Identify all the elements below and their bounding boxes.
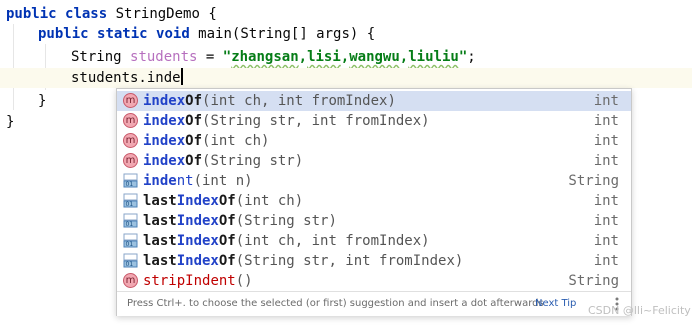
completion-footer: Press Ctrl+. to choose the selected (or … <box>117 291 631 316</box>
method-signature: main(String[] args) { <box>189 26 376 42</box>
completion-item[interactable]: 01 lastIndexOf(int ch, int fromIndex) int <box>117 231 631 251</box>
variable-name: students <box>130 49 198 65</box>
method-icon: m <box>123 273 138 288</box>
return-type: String <box>568 173 619 189</box>
completion-item[interactable]: 01 lastIndexOf(String str, int fromIndex)… <box>117 251 631 271</box>
completion-item[interactable]: 01 indent(int n) String <box>117 171 631 191</box>
indent-guide <box>13 24 14 110</box>
completion-item-label: lastIndexOf(int ch) <box>143 193 304 209</box>
code-line-2: public static void main(String[] args) { <box>38 24 375 44</box>
svg-text:01: 01 <box>126 221 134 228</box>
current-line-highlight[interactable]: students.inde <box>0 68 692 88</box>
text-caret <box>180 68 183 85</box>
return-type: int <box>593 193 619 209</box>
method-icon: m <box>123 93 138 108</box>
keyword: void <box>156 26 190 42</box>
return-type: int <box>593 253 619 269</box>
string-literal: zhangsan <box>231 49 299 65</box>
keyword: public <box>38 26 89 42</box>
code-line-1: public class StringDemo { <box>6 4 217 24</box>
completion-item[interactable]: m indexOf(int ch, int fromIndex) int <box>117 91 631 111</box>
completion-item-label: lastIndexOf(String str, int fromIndex) <box>143 253 464 269</box>
keyword: public <box>6 6 57 22</box>
watermark: CSDN @lli~Felicity <box>588 304 691 317</box>
keyword: static <box>97 26 148 42</box>
completion-item-label: lastIndexOf(String str) <box>143 213 337 229</box>
return-type: int <box>593 133 619 149</box>
return-type: int <box>593 93 619 109</box>
return-type: int <box>593 113 619 129</box>
svg-text:01: 01 <box>126 181 134 188</box>
completion-item-label: indent(int n) <box>143 173 253 189</box>
completion-popup[interactable]: m indexOf(int ch, int fromIndex) int m index… <box>116 88 632 316</box>
return-type: int <box>593 213 619 229</box>
completion-item[interactable]: m stripIndent() String <box>117 271 631 291</box>
return-type: int <box>593 233 619 249</box>
next-tip-link[interactable]: Next Tip <box>535 292 576 316</box>
field-method-icon: 01 <box>123 233 138 248</box>
svg-text:01: 01 <box>126 201 134 208</box>
completion-item[interactable]: 01 lastIndexOf(String str) int <box>117 211 631 231</box>
svg-text:01: 01 <box>126 241 134 248</box>
completion-item[interactable]: m indexOf(String str) int <box>117 151 631 171</box>
field-method-icon: 01 <box>123 213 138 228</box>
return-type: String <box>568 273 619 289</box>
method-icon: m <box>123 153 138 168</box>
code-line-6: } <box>6 114 15 130</box>
completion-item-label: lastIndexOf(int ch, int fromIndex) <box>143 233 430 249</box>
completion-item-label: indexOf(String str, int fromIndex) <box>143 113 430 129</box>
completion-item-label: indexOf(int ch) <box>143 133 270 149</box>
completion-item[interactable]: m indexOf(int ch) int <box>117 131 631 151</box>
code-line-5: } <box>38 93 47 109</box>
keyword: class <box>65 6 108 22</box>
completion-item[interactable]: m indexOf(String str, int fromIndex) int <box>117 111 631 131</box>
completion-item[interactable]: 01 lastIndexOf(int ch) int <box>117 191 631 211</box>
code-line-3: String students = "zhangsan,lisi,wangwu,… <box>71 49 476 65</box>
field-method-icon: 01 <box>123 253 138 268</box>
completion-item-label: indexOf(int ch, int fromIndex) <box>143 93 396 109</box>
field-method-icon: 01 <box>123 173 138 188</box>
method-icon: m <box>123 133 138 148</box>
field-method-icon: 01 <box>123 193 138 208</box>
class-name: StringDemo { <box>107 6 217 22</box>
footer-hint: Press Ctrl+. to choose the selected (or … <box>127 298 544 309</box>
return-type: int <box>593 153 619 169</box>
svg-text:01: 01 <box>126 261 134 268</box>
completion-item-label: stripIndent() <box>143 273 253 289</box>
method-icon: m <box>123 113 138 128</box>
completion-item-label: indexOf(String str) <box>143 153 304 169</box>
typed-text: students.inde <box>71 70 181 86</box>
